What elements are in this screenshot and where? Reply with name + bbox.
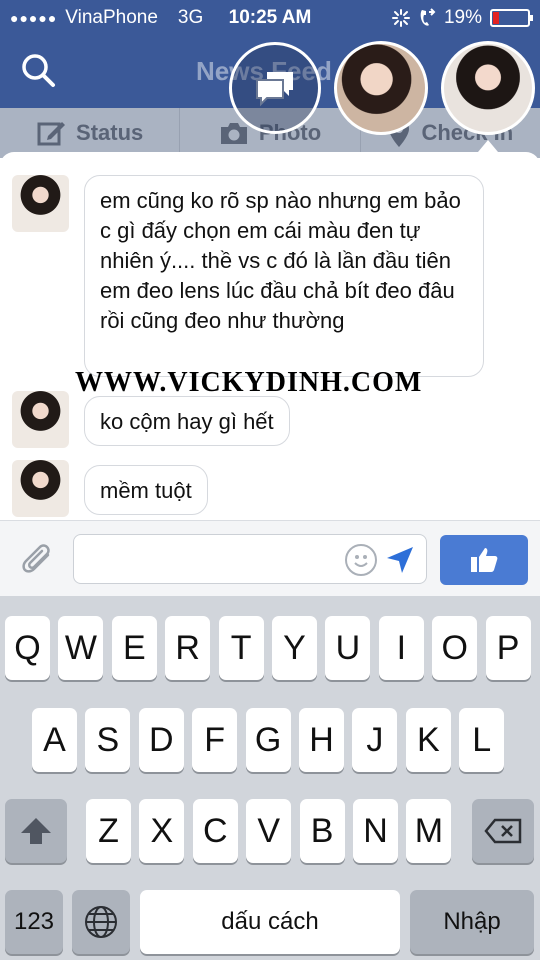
- battery-level: [493, 12, 500, 24]
- like-button[interactable]: [440, 535, 528, 585]
- status-bar: ●●●●● VinaPhone 3G 10:25 AM 19%: [0, 0, 540, 36]
- delete-icon: [484, 818, 522, 844]
- key-u[interactable]: U: [325, 616, 371, 680]
- thumbs-up-icon: [471, 548, 498, 572]
- key-n[interactable]: N: [353, 799, 398, 863]
- key-o[interactable]: O: [432, 616, 478, 680]
- key-h[interactable]: H: [299, 708, 344, 772]
- messages-icon: [256, 72, 293, 107]
- key-i[interactable]: I: [378, 616, 424, 680]
- key-s[interactable]: S: [85, 708, 131, 772]
- sender-avatar[interactable]: [12, 460, 69, 517]
- battery-icon: [490, 9, 533, 27]
- sender-avatar[interactable]: [12, 391, 69, 448]
- status-action-label: Status: [76, 120, 144, 145]
- smiley-face-icon: [354, 555, 368, 567]
- key-z[interactable]: Z: [86, 799, 131, 863]
- onscreen-keyboard: Q W E R T Y U I O P A S D F G H J K L Z X C V B N M 123 dấu cách Nhậ…: [0, 596, 540, 960]
- key-b[interactable]: B: [299, 799, 345, 863]
- key-c[interactable]: C: [192, 799, 238, 863]
- active-chat-pointer: [478, 140, 498, 152]
- camera-icon: [220, 123, 247, 144]
- key-r[interactable]: R: [165, 616, 211, 680]
- status-action[interactable]: Status: [0, 108, 181, 158]
- key-f[interactable]: F: [192, 708, 238, 772]
- call-forward-icon: [420, 8, 436, 26]
- key-m[interactable]: M: [406, 799, 452, 863]
- key-v[interactable]: V: [246, 799, 292, 863]
- numbers-key[interactable]: 123: [5, 890, 63, 954]
- key-p[interactable]: P: [485, 616, 531, 680]
- key-q[interactable]: Q: [5, 616, 50, 680]
- key-t[interactable]: T: [218, 616, 264, 680]
- key-k[interactable]: K: [405, 708, 451, 772]
- message-bubble[interactable]: ko cộm hay gì hết: [84, 396, 290, 446]
- edit-icon: [37, 122, 66, 146]
- shift-arrow-icon: [21, 818, 51, 844]
- key-g[interactable]: G: [245, 708, 291, 772]
- message-bubble[interactable]: em cũng ko rõ sp nào nhưng em bảo c gì đ…: [84, 175, 484, 377]
- chat-head-avatar-friend[interactable]: [334, 41, 428, 135]
- key-e[interactable]: E: [111, 616, 157, 680]
- space-key[interactable]: dấu cách: [140, 890, 400, 954]
- backspace-key[interactable]: [472, 799, 534, 863]
- return-key[interactable]: Nhập: [410, 890, 534, 954]
- key-x[interactable]: X: [139, 799, 185, 863]
- battery-percent: 19%: [443, 7, 482, 28]
- key-d[interactable]: D: [138, 708, 184, 772]
- emoji-icon[interactable]: [345, 544, 377, 576]
- message-bubble[interactable]: mềm tuột: [84, 465, 208, 515]
- send-location-icon[interactable]: [386, 546, 414, 574]
- key-l[interactable]: L: [459, 708, 505, 772]
- watermark-text: WWW.VICKYDINH.COM: [75, 367, 423, 398]
- loading-spinner-icon: [391, 9, 410, 27]
- key-y[interactable]: Y: [272, 616, 317, 680]
- globe-icon: [85, 906, 117, 938]
- status-right: 19%: [391, 7, 533, 29]
- key-a[interactable]: A: [32, 708, 77, 772]
- shift-key[interactable]: [5, 799, 67, 863]
- chat-heads-menu-button[interactable]: [229, 42, 321, 134]
- key-j[interactable]: J: [352, 708, 398, 772]
- key-w[interactable]: W: [58, 616, 104, 680]
- chat-head-avatar-active[interactable]: [441, 41, 535, 135]
- search-icon[interactable]: [20, 52, 56, 88]
- sender-avatar[interactable]: [12, 175, 69, 232]
- globe-key[interactable]: [72, 890, 130, 954]
- attachment-icon[interactable]: [20, 543, 56, 579]
